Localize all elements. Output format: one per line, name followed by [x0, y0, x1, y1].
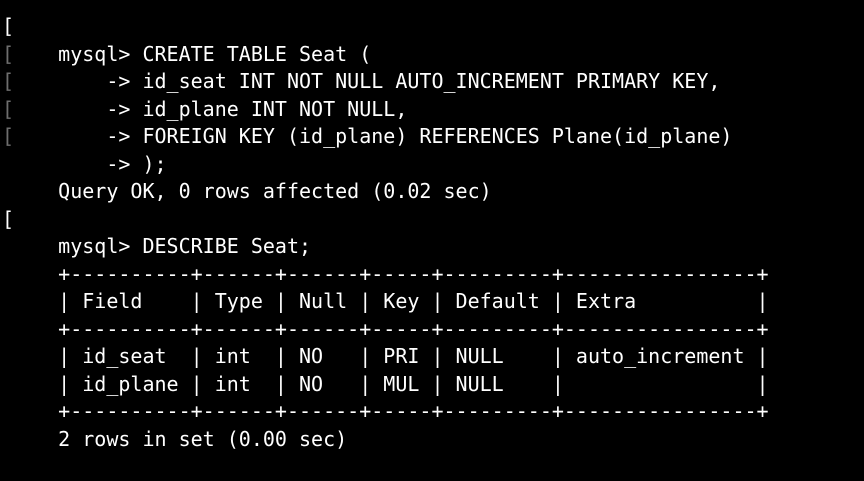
terminal-line-continuation-2: [ -> id_plane INT NOT NULL,	[2, 68, 864, 121]
terminal-line-continuation-1: [ -> id_seat INT NOT NULL AUTO_INCREMENT…	[2, 41, 864, 94]
table-header-row: | Field | Type | Null | Key | Default | …	[10, 261, 864, 313]
table-border-bottom: +----------+------+------+-----+--------…	[10, 371, 864, 423]
terminal-line-rows-in-set: 2 rows in set (0.00 sec)	[10, 398, 864, 451]
terminal-line-describe-prompt: [mysql> DESCRIBE Seat;	[2, 206, 864, 259]
line-marker: [	[2, 14, 15, 38]
table-row: | id_plane | int | NO | MUL | NULL | |	[10, 343, 864, 396]
line-marker: [	[2, 124, 15, 148]
table-border-header: +----------+------+------+-----+--------…	[10, 288, 864, 341]
line-marker: [	[2, 41, 15, 66]
terminal-line-query-ok: Query OK, 0 rows affected (0.02 sec)	[10, 151, 864, 203]
line-marker: [	[2, 206, 15, 231]
terminal-line-continuation-3: [ -> FOREIGN KEY (id_plane) REFERENCES P…	[2, 96, 864, 149]
table-row: | id_seat | int | NO | PRI | NULL | auto…	[10, 316, 864, 368]
terminal-line-continuation-4: [ -> );	[2, 123, 864, 176]
line-marker: [	[2, 96, 15, 121]
table-border-top: +----------+------+------+-----+--------…	[10, 233, 864, 286]
line-marker: [	[2, 69, 15, 93]
terminal-line-create-prompt: [mysql> CREATE TABLE Seat (	[2, 13, 864, 66]
line-text: 2 rows in set (0.00 sec)	[58, 426, 348, 451]
terminal-output[interactable]: [mysql> CREATE TABLE Seat ( [ -> id_seat…	[0, 0, 864, 451]
